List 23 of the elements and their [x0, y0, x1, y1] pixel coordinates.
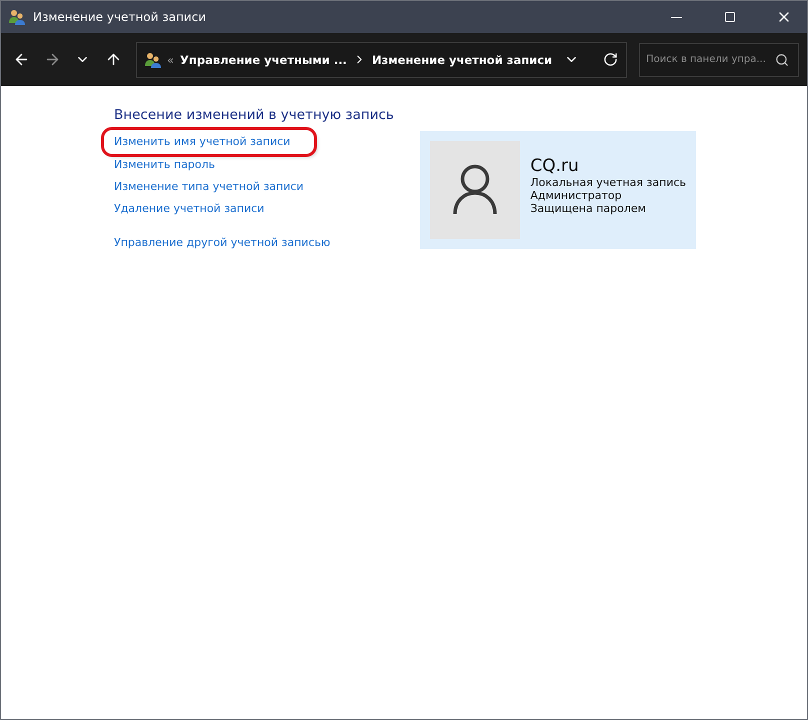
account-name: CQ.ru [530, 156, 580, 176]
window-title: Изменение учетной записи [33, 10, 208, 24]
task-link[interactable]: Управление другой учетной записью [114, 232, 330, 254]
address-bar[interactable]: « Управление учетными ... Изменение учетной записи [136, 42, 628, 78]
breadcrumb[interactable]: Управление учетными ... [180, 52, 347, 66]
maximize-icon [724, 11, 736, 23]
refresh-icon[interactable] [603, 52, 618, 67]
task-link[interactable]: Изменить пароль [114, 154, 216, 176]
users-icon [9, 9, 25, 25]
section-heading: Внесение изменений в учетную запись [114, 106, 394, 124]
account-detail: Администратор [530, 188, 623, 202]
user-icon [452, 164, 498, 216]
users-icon [145, 52, 161, 68]
minimize-icon [670, 16, 682, 18]
overflow-chevron[interactable]: « [167, 52, 174, 66]
task-link[interactable]: Изменить имя учетной записи [104, 130, 314, 154]
task-link[interactable]: Удаление учетной записи [114, 198, 264, 220]
breadcrumb[interactable]: Изменение учетной записи [372, 52, 552, 66]
search-icon [775, 52, 789, 66]
task-link[interactable]: Изменение типа учетной записи [114, 176, 304, 198]
account-detail: Защищена паролем [530, 202, 647, 214]
account-detail: Локальная учетная запись [530, 176, 686, 188]
search-field[interactable]: Поиск в панели упра... [639, 42, 799, 76]
